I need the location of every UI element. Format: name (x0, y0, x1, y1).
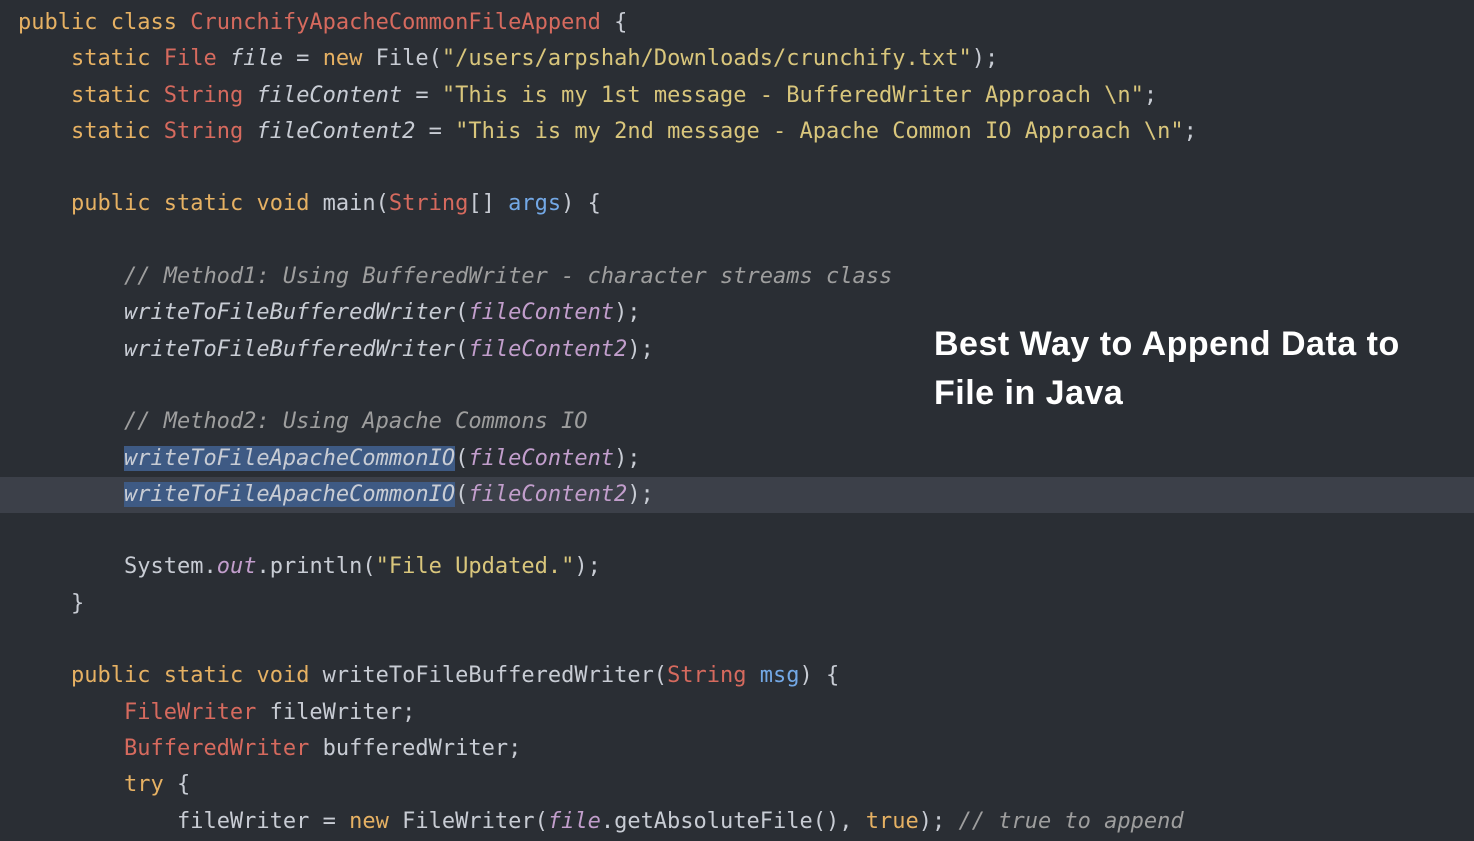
code-line: fileWriter = new FileWriter(file.getAbso… (0, 804, 1474, 840)
code-line: BufferedWriter bufferedWriter; (0, 731, 1474, 767)
string: "File Updated." (376, 554, 575, 579)
type: String (389, 191, 468, 216)
keyword: try (124, 772, 164, 797)
code-line (0, 223, 1474, 259)
code-line: try { (0, 767, 1474, 803)
code-line (0, 150, 1474, 186)
keyword: new (349, 809, 389, 834)
type: String (667, 663, 746, 688)
func-call: writeToFileBufferedWriter (124, 300, 455, 325)
type: String (164, 119, 243, 144)
keyword: void (256, 663, 309, 688)
brace: { (601, 10, 628, 35)
string: "/users/arpshah/Downloads/crunchify.txt" (442, 46, 972, 71)
arg: fileContent (468, 446, 614, 471)
keyword: static (71, 46, 150, 71)
comment: // true to append (958, 809, 1183, 834)
keyword: public (71, 191, 150, 216)
type: BufferedWriter (124, 736, 309, 761)
code-line: } (0, 586, 1474, 622)
type: String (164, 83, 243, 108)
code-line: writeToFileBufferedWriter(fileContent); (0, 295, 1474, 331)
field: out (217, 554, 257, 579)
func-call: writeToFileApacheCommonIO (124, 482, 455, 507)
code-line (0, 513, 1474, 549)
keyword: static (71, 83, 150, 108)
var: fileContent2 (256, 119, 415, 144)
comment: // Method1: Using BufferedWriter - chara… (124, 264, 892, 289)
class-name: CrunchifyApacheCommonFileAppend (190, 10, 601, 35)
code-line: static String fileContent2 = "This is my… (0, 114, 1474, 150)
var: file (230, 46, 283, 71)
code-line: // Method2: Using Apache Commons IO (0, 404, 1474, 440)
code-line: public static void writeToFileBufferedWr… (0, 658, 1474, 694)
code-line: public static void main(String[] args) { (0, 186, 1474, 222)
keyword: public (18, 10, 97, 35)
arg: fileContent2 (468, 482, 627, 507)
keyword: class (111, 10, 177, 35)
code-line: System.out.println("File Updated."); (0, 549, 1474, 585)
arg: fileContent (468, 300, 614, 325)
func-call: writeToFileApacheCommonIO (124, 446, 455, 471)
keyword: static (71, 119, 150, 144)
arg: file (548, 809, 601, 834)
keyword: new (323, 46, 363, 71)
keyword: static (164, 191, 243, 216)
code-line-active: writeToFileApacheCommonIO(fileContent2); (0, 477, 1474, 513)
type: File (164, 46, 217, 71)
code-line (0, 622, 1474, 658)
keyword: public (71, 663, 150, 688)
code-line: writeToFileApacheCommonIO(fileContent); (0, 441, 1474, 477)
func-call: writeToFileBufferedWriter (124, 337, 455, 362)
code-line: // Method1: Using BufferedWriter - chara… (0, 259, 1474, 295)
var: fileContent (256, 83, 402, 108)
code-line: FileWriter fileWriter; (0, 695, 1474, 731)
param: msg (747, 663, 800, 688)
type: FileWriter (124, 700, 256, 725)
keyword: static (164, 663, 243, 688)
code-line (0, 368, 1474, 404)
code-line: writeToFileBufferedWriter(fileContent2); (0, 332, 1474, 368)
code-line: public class CrunchifyApacheCommonFileAp… (0, 5, 1474, 41)
param: args (508, 191, 561, 216)
comment: // Method2: Using Apache Commons IO (124, 409, 588, 434)
code-line: static String fileContent = "This is my … (0, 78, 1474, 114)
keyword: void (256, 191, 309, 216)
code-editor[interactable]: public class CrunchifyApacheCommonFileAp… (0, 5, 1474, 840)
code-line: static File file = new File("/users/arps… (0, 41, 1474, 77)
string: "This is my 1st message - BufferedWriter… (442, 83, 1144, 108)
arg: fileContent2 (468, 337, 627, 362)
string: "This is my 2nd message - Apache Common … (455, 119, 1183, 144)
boolean: true (866, 809, 919, 834)
